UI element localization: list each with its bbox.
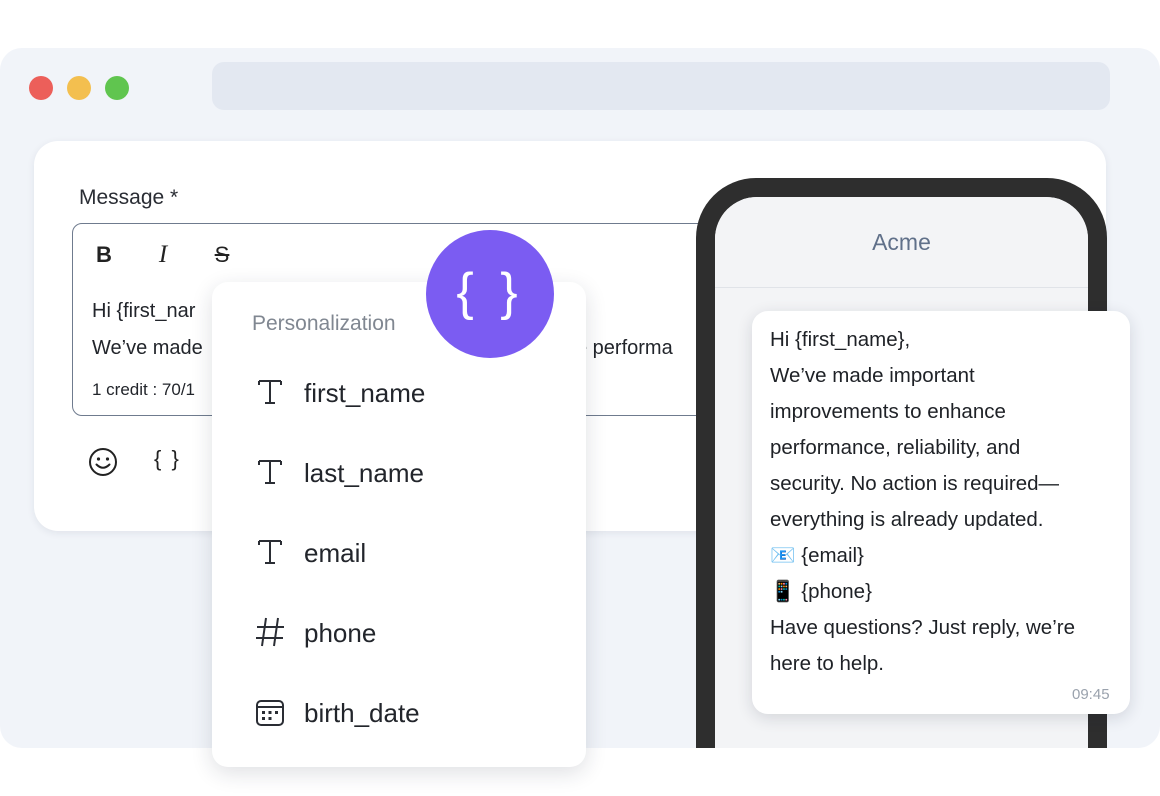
hash-icon <box>252 614 288 650</box>
emoji-icon[interactable] <box>88 447 118 477</box>
editor-text-line[interactable]: Hi {first_nar <box>92 300 195 323</box>
message-line: 📧 {email} <box>770 544 864 567</box>
credit-counter: 1 credit : 70/1 <box>92 380 196 399</box>
personalization-item-email[interactable]: email <box>252 534 552 574</box>
text-type-icon <box>252 374 288 410</box>
message-line: improvements to enhance <box>770 400 1006 423</box>
address-bar[interactable] <box>212 62 1110 110</box>
window-minimize-button[interactable] <box>67 76 91 100</box>
item-label: last_name <box>304 458 424 488</box>
italic-button[interactable]: I <box>148 240 178 270</box>
personalization-item-birth-date[interactable]: birth_date <box>252 694 552 734</box>
message-line: here to help. <box>770 652 884 675</box>
strikethrough-button[interactable]: S <box>207 240 237 270</box>
message-line: everything is already updated. <box>770 508 1044 531</box>
item-label: first_name <box>304 378 426 408</box>
message-label: Message * <box>79 186 179 209</box>
personalization-button[interactable]: { } <box>426 230 554 358</box>
message-line: 📱 {phone} <box>770 580 872 603</box>
personalization-item-first-name[interactable]: first_name <box>252 374 552 414</box>
editor-text-line[interactable]: We’ve made <box>92 337 203 360</box>
message-timestamp: 09:45 <box>1072 686 1110 703</box>
dropdown-title: Personalization <box>252 312 396 335</box>
item-label: birth_date <box>304 698 420 728</box>
personalization-item-last-name[interactable]: last_name <box>252 454 552 494</box>
window-maximize-button[interactable] <box>105 76 129 100</box>
item-label: phone <box>304 618 377 648</box>
message-line: We’ve made important <box>770 364 975 387</box>
window-close-button[interactable] <box>29 76 53 100</box>
message-line: security. No action is required— <box>770 472 1060 495</box>
text-type-icon <box>252 454 288 490</box>
sender-name: Acme <box>715 197 1088 288</box>
message-line: performance, reliability, and <box>770 436 1021 459</box>
bold-button[interactable]: B <box>89 240 119 270</box>
message-preview: Hi {first_name}, We’ve made important im… <box>770 322 1120 682</box>
curly-braces-icon: { } <box>456 263 524 321</box>
personalization-item-phone[interactable]: phone <box>252 614 552 654</box>
message-line: Hi {first_name}, <box>770 328 911 351</box>
text-type-icon <box>252 534 288 570</box>
item-label: email <box>304 538 367 568</box>
message-line: Have questions? Just reply, we’re <box>770 616 1075 639</box>
personalization-toggle-button[interactable]: { } <box>154 446 181 472</box>
calendar-icon <box>252 694 288 730</box>
